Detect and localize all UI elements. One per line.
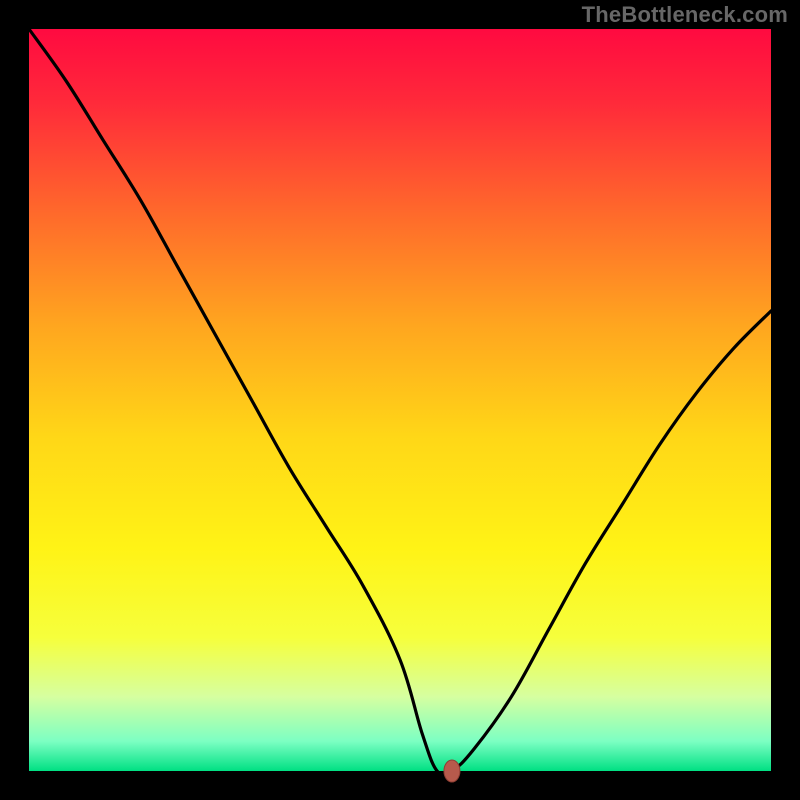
watermark-text: TheBottleneck.com: [582, 2, 788, 28]
minimum-marker: [444, 760, 460, 782]
bottleneck-chart: [0, 0, 800, 800]
chart-frame: TheBottleneck.com: [0, 0, 800, 800]
